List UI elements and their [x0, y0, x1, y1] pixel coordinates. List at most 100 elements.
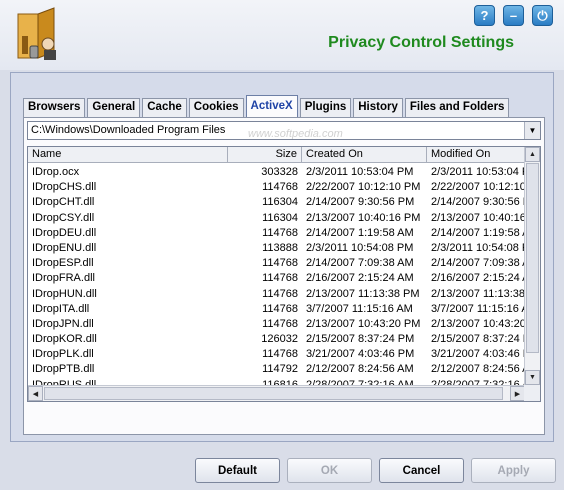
cell-modified: 2/13/2007 10:40:16 PM	[431, 211, 525, 224]
ok-button[interactable]: OK	[287, 458, 372, 483]
cell-created: 2/14/2007 7:09:38 AM	[306, 257, 414, 270]
tab-general[interactable]: General	[87, 98, 141, 117]
table-row[interactable]: IDropESP.dll 114768 2/14/2007 7:09:38 AM 2/…	[28, 256, 525, 271]
table-row[interactable]: IDropPTB.dll 114792 2/12/2007 8:24:56 AM 2/…	[28, 362, 525, 377]
cell-name: IDrop.ocx	[32, 166, 80, 178]
table-row[interactable]: IDropKOR.dll 126032 2/15/2007 8:37:24 PM 2/…	[28, 332, 525, 347]
scroll-left-icon[interactable]: ◀	[28, 386, 43, 401]
cell-created: 2/13/2007 11:13:38 PM	[306, 287, 420, 300]
tab-browsers[interactable]: Browsers	[23, 98, 86, 117]
default-button[interactable]: Default	[195, 458, 280, 483]
table-row[interactable]: IDropHUN.dll 114768 2/13/2007 11:13:38 PM 2…	[28, 287, 525, 302]
cell-created: 2/13/2007 10:40:16 PM	[306, 211, 421, 224]
cell-created: 2/3/2011 10:54:08 PM	[306, 241, 414, 254]
cell-created: 2/22/2007 10:12:10 PM	[306, 181, 421, 194]
cell-size: 113888	[262, 241, 298, 254]
cell-modified: 2/3/2011 10:54:08 PM	[431, 241, 525, 254]
table-row[interactable]: IDropDEU.dll 114768 2/14/2007 1:19:58 AM 2/…	[28, 226, 525, 241]
cell-name: IDropITA.dll	[32, 302, 90, 315]
cell-modified: 2/14/2007 9:30:56 PM	[431, 196, 525, 209]
minimize-button[interactable]: –	[503, 5, 524, 26]
vertical-scrollbar[interactable]: ▲ ▼	[524, 147, 540, 385]
activex-tab-page: C:\Windows\Downloaded Program Files www.…	[23, 117, 545, 435]
column-header-modified[interactable]: Modified On	[427, 147, 525, 163]
column-header-size[interactable]: Size	[228, 147, 302, 163]
footer-buttons: Default OK Cancel Apply	[0, 450, 564, 490]
vertical-scroll-thumb[interactable]	[526, 163, 539, 353]
cell-modified: 3/21/2007 4:03:46 PM	[431, 348, 525, 361]
cell-created: 3/7/2007 11:15:16 AM	[306, 302, 413, 315]
cell-name: IDropKOR.dll	[32, 333, 97, 346]
cell-modified: 2/13/2007 11:13:38 PM	[431, 287, 525, 300]
cell-modified: 2/3/2011 10:53:04 PM	[431, 166, 525, 178]
cell-created: 2/13/2007 10:43:20 PM	[306, 317, 421, 330]
cell-size: 114768	[262, 317, 298, 330]
cell-modified: 2/16/2007 2:15:24 AM	[431, 272, 525, 285]
table-row[interactable]: IDropPLK.dll 114768 3/21/2007 4:03:46 PM 3/…	[28, 347, 525, 362]
cell-name: IDropDEU.dll	[32, 226, 97, 239]
cell-name: IDropCHS.dll	[32, 181, 97, 194]
cell-created: 2/3/2011 10:53:04 PM	[306, 166, 414, 178]
minimize-icon: –	[509, 8, 518, 23]
cell-name: IDropFRA.dll	[32, 272, 95, 285]
help-icon: ?	[480, 8, 489, 23]
cell-name: IDropCHT.dll	[32, 196, 95, 209]
header-bar: Privacy Control Settings ? – ⏻	[0, 0, 564, 70]
cell-size: 114768	[262, 226, 298, 239]
cell-modified: 3/7/2007 11:15:16 AM	[431, 302, 525, 315]
cell-size: 303328	[261, 166, 298, 178]
cell-name: IDropENU.dll	[32, 241, 97, 254]
tab-cookies[interactable]: Cookies	[188, 98, 244, 117]
cell-modified: 2/14/2007 7:09:38 AM	[431, 257, 525, 270]
table-row[interactable]: IDropCHT.dll 116304 2/14/2007 9:30:56 PM 2/…	[28, 195, 525, 210]
app-title: Privacy Control Settings	[328, 34, 514, 51]
scroll-up-icon[interactable]: ▲	[525, 147, 540, 162]
tab-activex[interactable]: ActiveX	[245, 95, 298, 117]
cell-name: IDropCSY.dll	[32, 211, 95, 224]
cell-name: IDropESP.dll	[32, 257, 94, 270]
tab-history[interactable]: History	[353, 98, 403, 117]
power-button[interactable]: ⏻	[532, 5, 553, 26]
table-row[interactable]: IDrop.ocx 303328 2/3/2011 10:53:04 PM 2/3/2…	[28, 165, 525, 180]
cell-size: 114768	[262, 287, 298, 300]
tab-cache[interactable]: Cache	[142, 98, 187, 117]
cell-size: 116304	[262, 211, 298, 224]
cell-created: 2/14/2007 1:19:58 AM	[306, 226, 414, 239]
cell-size: 114768	[262, 348, 298, 361]
table-row[interactable]: IDropCSY.dll 116304 2/13/2007 10:40:16 PM 2…	[28, 211, 525, 226]
cell-size: 114768	[262, 302, 298, 315]
tab-plugins[interactable]: Plugins	[299, 98, 352, 117]
table-row[interactable]: IDropENU.dll 113888 2/3/2011 10:54:08 PM 2/…	[28, 241, 525, 256]
cancel-button[interactable]: Cancel	[379, 458, 464, 483]
chevron-down-icon[interactable]: ▼	[524, 122, 540, 139]
cell-size: 114768	[262, 181, 298, 194]
cell-modified: 2/12/2007 8:24:56 AM	[431, 363, 525, 376]
scroll-down-icon[interactable]: ▼	[525, 370, 540, 385]
column-header-created[interactable]: Created On	[302, 147, 427, 163]
help-button[interactable]: ?	[474, 5, 495, 26]
table-row[interactable]: IDropCHS.dll 114768 2/22/2007 10:12:10 PM 2…	[28, 180, 525, 195]
path-value: C:\Windows\Downloaded Program Files	[31, 124, 226, 136]
horizontal-scroll-thumb[interactable]	[44, 387, 503, 400]
cell-name: IDropJPN.dll	[32, 317, 94, 330]
cell-modified: 2/22/2007 10:12:10 PM	[431, 181, 525, 194]
scroll-right-icon[interactable]: ▶	[510, 386, 525, 401]
file-list: Name Size Created On Modified On IDrop.o…	[27, 146, 541, 402]
column-header-name[interactable]: Name	[28, 147, 228, 163]
cell-modified: 2/14/2007 1:19:58 AM	[431, 226, 525, 239]
apply-button[interactable]: Apply	[471, 458, 556, 483]
watermark-text: www.softpedia.com	[248, 128, 343, 140]
cell-created: 2/15/2007 8:37:24 PM	[306, 333, 415, 346]
horizontal-scrollbar[interactable]: ◀ ▶	[28, 385, 525, 401]
cell-created: 2/14/2007 9:30:56 PM	[306, 196, 415, 209]
path-dropdown[interactable]: C:\Windows\Downloaded Program Files www.…	[27, 121, 541, 140]
tab-files-and-folders[interactable]: Files and Folders	[404, 98, 510, 117]
table-row[interactable]: IDropITA.dll 114768 3/7/2007 11:15:16 AM 3/…	[28, 302, 525, 317]
scrollbar-corner	[524, 385, 540, 401]
table-row[interactable]: IDropFRA.dll 114768 2/16/2007 2:15:24 AM 2/…	[28, 271, 525, 286]
cell-size: 114768	[262, 257, 298, 270]
table-row[interactable]: IDropJPN.dll 114768 2/13/2007 10:43:20 PM 2…	[28, 317, 525, 332]
cell-created: 2/12/2007 8:24:56 AM	[306, 363, 414, 376]
list-header: Name Size Created On Modified On	[28, 147, 525, 163]
cell-size: 114792	[262, 363, 298, 376]
